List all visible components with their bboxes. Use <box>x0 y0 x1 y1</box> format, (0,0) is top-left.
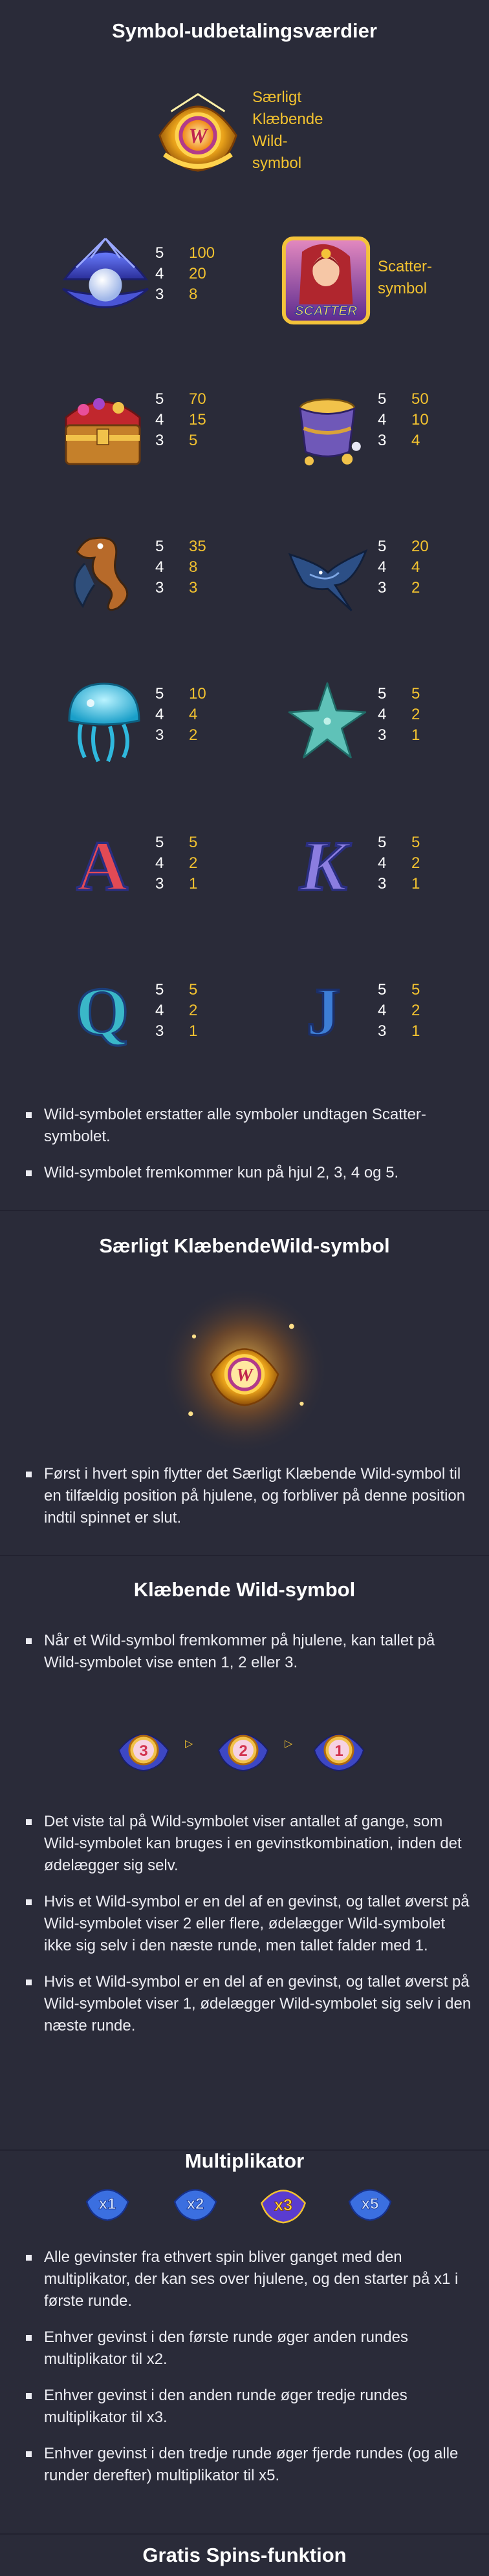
multiplier-section: Multiplikator x1 x2 x3 x5 Alle gevinster… <box>0 2149 489 2513</box>
pearl-shell-icon <box>57 229 154 326</box>
starfish-icon <box>282 676 373 766</box>
list-item: Når et Wild-symbol fremkommer på hjulene… <box>26 1630 472 1674</box>
multiplier-x2-badge: x2 <box>169 2178 221 2222</box>
payout-notes: Wild-symbolet erstatter alle symboler un… <box>26 1104 472 1198</box>
scatter-icon-text: SCATTER <box>295 303 357 318</box>
scatter-label: Scatter- symbol <box>378 258 433 297</box>
special-wild-section: Særligt KlæbendeWild-symbol W Først i hv… <box>0 1211 489 1547</box>
special-wild-notes: Først i hvert spin flytter det Særligt K… <box>26 1463 472 1543</box>
sticky-wild-notes: Det viste tal på Wild-symbolet viser ant… <box>26 1811 472 2051</box>
free-spins-section: Gratis Spins-funktion <box>0 2535 489 2576</box>
svg-text:A: A <box>76 827 128 902</box>
wild-shell-icon: W <box>150 83 246 178</box>
multiplier-x5-badge: x5 <box>344 2178 396 2222</box>
multiplier-notes: Alle gevinster fra ethvert spin bliver g… <box>26 2246 472 2501</box>
list-item: Hvis et Wild-symbol er en del af en gevi… <box>26 1891 472 1957</box>
manta-ray-payouts: 5 20 44 32 <box>378 538 429 596</box>
gold-bucket-icon <box>282 381 373 472</box>
svg-text:2: 2 <box>239 1742 247 1760</box>
treasure-chest-payouts: 5 70 4 15 35 <box>155 390 206 449</box>
treasure-chest-icon <box>54 379 151 476</box>
payout-title: Symbol-udbetalingsværdier <box>112 19 377 42</box>
multiplier-x3-badge-active: x3 <box>256 2178 310 2224</box>
letter-k-payouts: 55 42 31 <box>378 834 420 892</box>
svg-text:Q: Q <box>76 974 129 1050</box>
free-spins-title: Gratis Spins-funktion <box>142 2544 347 2566</box>
arrow-icon: ▷ <box>185 1738 193 1749</box>
seahorse-payouts: 5 35 48 33 <box>155 538 206 596</box>
arrow-icon: ▷ <box>285 1738 293 1749</box>
sticky-wild-intro: Når et Wild-symbol fremkommer på hjulene… <box>26 1630 472 1688</box>
list-item: Det viste tal på Wild-symbolet viser ant… <box>26 1811 472 1877</box>
seahorse-icon <box>56 525 153 622</box>
letter-a-icon: A <box>63 825 141 902</box>
wild-counter-2-icon: 2 <box>211 1714 276 1779</box>
list-item: Wild-symbolet fremkommer kun på hjul 2, … <box>26 1162 472 1184</box>
sticky-wild-section: Klæbende Wild-symbol Når et Wild-symbol … <box>0 1556 489 2149</box>
starfish-payouts: 55 42 31 <box>378 685 420 744</box>
letter-a-payouts: 55 42 31 <box>155 834 198 892</box>
svg-text:J: J <box>307 974 341 1050</box>
manta-ray-icon <box>279 527 376 618</box>
list-item: Enhver gevinst i den tredje runde øger f… <box>26 2443 472 2487</box>
jellyfish-icon <box>56 672 153 769</box>
wild-counter-1-icon: 1 <box>307 1714 371 1779</box>
list-item: Først i hvert spin flytter det Særligt K… <box>26 1463 472 1529</box>
svg-text:1: 1 <box>334 1742 343 1760</box>
special-wild-title: Særligt KlæbendeWild-symbol <box>99 1234 390 1257</box>
list-item: Wild-symbolet erstatter alle symboler un… <box>26 1104 472 1148</box>
svg-text:3: 3 <box>139 1742 147 1760</box>
svg-text:x1: x1 <box>99 2195 116 2213</box>
list-item: Hvis et Wild-symbol er en del af en gevi… <box>26 1971 472 2037</box>
letter-q-icon: Q <box>63 969 141 1053</box>
wild-letter: W <box>189 125 209 148</box>
list-item: Alle gevinster fra ethvert spin bliver g… <box>26 2246 472 2312</box>
wild-counter-3-icon: 3 <box>111 1714 176 1779</box>
letter-q-payouts: 55 42 31 <box>155 981 198 1040</box>
list-item: Enhver gevinst i den første runde øger a… <box>26 2327 472 2370</box>
payout-section: Symbol-udbetalingsværdier W Særligt Klæb… <box>0 0 489 1209</box>
multiplier-x1-badge: x1 <box>82 2178 133 2222</box>
wild-label: Særligt Klæbende Wild- symbol <box>252 89 323 172</box>
gold-bucket-payouts: 5 50 4 10 34 <box>378 390 429 449</box>
svg-text:x2: x2 <box>187 2195 204 2213</box>
letter-j-icon: J <box>285 969 362 1053</box>
pearl-shell-payouts: 5 100 4 20 38 <box>155 244 215 303</box>
list-item: Enhver gevinst i den anden runde øger tr… <box>26 2385 472 2429</box>
scatter-mermaid-icon: SCATTER <box>278 233 374 328</box>
glowing-wild-icon: W <box>160 1286 329 1454</box>
letter-j-payouts: 55 42 31 <box>378 981 420 1040</box>
letter-k-icon: K <box>285 825 362 902</box>
jellyfish-payouts: 5 10 44 32 <box>155 685 206 744</box>
sticky-wild-title: Klæbende Wild-symbol <box>133 1578 356 1601</box>
multiplier-title: Multiplikator <box>184 2149 305 2172</box>
svg-text:K: K <box>299 827 351 902</box>
svg-text:x3: x3 <box>274 2197 292 2215</box>
svg-text:W: W <box>236 1366 254 1386</box>
svg-text:x5: x5 <box>362 2195 379 2213</box>
